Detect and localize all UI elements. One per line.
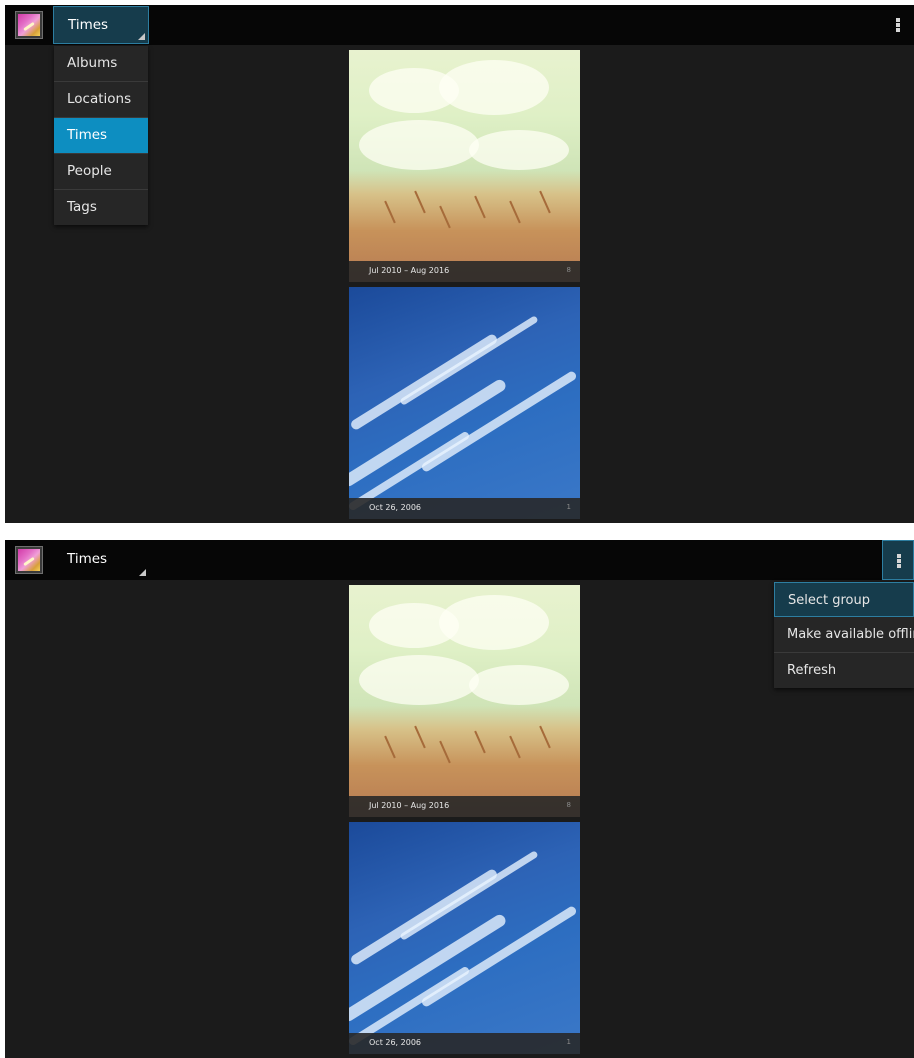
card-count: 1 — [566, 503, 571, 511]
thumbnail-wheat-field — [349, 50, 580, 282]
album-card-wheat[interactable]: Jul 2010 – Aug 2016 8 — [349, 50, 580, 282]
gallery-screen-times-dropdown: Times Jul 2010 – Aug 2016 8 Oct 26, 2006… — [5, 5, 914, 523]
card-count: 1 — [566, 1038, 571, 1046]
card-caption: Jul 2010 – Aug 2016 8 — [349, 261, 580, 282]
dropdown-item-tags[interactable]: Tags — [54, 190, 148, 225]
view-spinner-label: Times — [68, 17, 109, 33]
menu-item-refresh[interactable]: Refresh — [774, 653, 914, 688]
album-card-wheat[interactable]: Jul 2010 – Aug 2016 8 — [349, 585, 580, 817]
thumbnail-wheat-field — [349, 585, 580, 817]
card-caption: Jul 2010 – Aug 2016 8 — [349, 796, 580, 817]
menu-item-select-group[interactable]: Select group — [774, 582, 914, 617]
action-bar: Times — [5, 540, 914, 580]
album-card-sky[interactable]: Oct 26, 2006 1 — [349, 822, 580, 1054]
thumbnail-sky-clouds — [349, 287, 580, 519]
overflow-menu: Select group Make available offline Refr… — [774, 582, 914, 688]
overflow-menu-icon — [896, 18, 900, 32]
spinner-corner-icon — [138, 33, 145, 40]
spinner-corner-icon — [139, 569, 146, 576]
gallery-screen-overflow-menu: Times Jul 2010 – Aug 2016 8 Oct 26, 2006… — [5, 540, 914, 1058]
overflow-menu-icon — [897, 554, 901, 568]
thumbnail-sky-clouds — [349, 822, 580, 1054]
overflow-menu-button[interactable] — [882, 5, 914, 45]
action-bar: Times — [5, 5, 914, 45]
view-spinner[interactable]: Times — [53, 541, 149, 579]
card-caption: Oct 26, 2006 1 — [349, 498, 580, 519]
card-title: Jul 2010 – Aug 2016 — [369, 801, 450, 810]
view-spinner[interactable]: Times — [53, 6, 149, 44]
view-dropdown-menu: Albums Locations Times People Tags — [54, 46, 148, 225]
gallery-app-icon[interactable] — [15, 546, 43, 574]
gallery-app-icon[interactable] — [15, 11, 43, 39]
card-caption: Oct 26, 2006 1 — [349, 1033, 580, 1054]
card-count: 8 — [566, 801, 571, 809]
card-title: Oct 26, 2006 — [369, 1038, 421, 1047]
overflow-menu-button[interactable] — [882, 540, 914, 580]
card-title: Jul 2010 – Aug 2016 — [369, 266, 450, 275]
card-count: 8 — [566, 266, 571, 274]
card-title: Oct 26, 2006 — [369, 503, 421, 512]
dropdown-item-people[interactable]: People — [54, 154, 148, 190]
album-card-sky[interactable]: Oct 26, 2006 1 — [349, 287, 580, 519]
view-spinner-label: Times — [67, 551, 108, 567]
dropdown-item-albums[interactable]: Albums — [54, 46, 148, 82]
menu-item-make-available-offline[interactable]: Make available offline — [774, 617, 914, 653]
dropdown-item-times[interactable]: Times — [54, 118, 148, 154]
dropdown-item-locations[interactable]: Locations — [54, 82, 148, 118]
